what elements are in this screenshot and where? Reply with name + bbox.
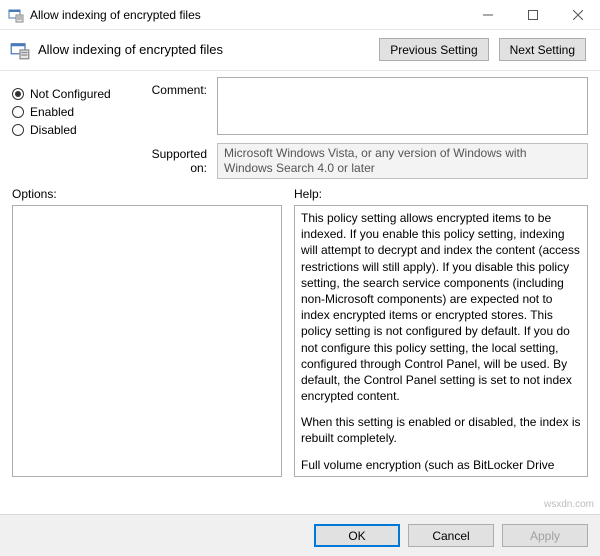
- state-column: Not Configured Enabled Disabled: [12, 77, 122, 179]
- radio-disabled[interactable]: Disabled: [12, 123, 122, 137]
- supported-on-box: Microsoft Windows Vista, or any version …: [217, 143, 588, 179]
- comment-textarea[interactable]: [217, 77, 588, 135]
- maximize-button[interactable]: [510, 0, 555, 29]
- panels: This policy setting allows encrypted ite…: [0, 203, 600, 477]
- apply-button[interactable]: Apply: [502, 524, 588, 547]
- help-panel: This policy setting allows encrypted ite…: [294, 205, 588, 477]
- radio-label: Disabled: [30, 123, 77, 137]
- options-panel: [12, 205, 282, 477]
- options-label: Options:: [12, 187, 282, 201]
- cancel-button[interactable]: Cancel: [408, 524, 494, 547]
- separator: [0, 70, 600, 71]
- help-paragraph: This policy setting allows encrypted ite…: [301, 210, 581, 404]
- radio-label: Enabled: [30, 105, 74, 119]
- config-area: Not Configured Enabled Disabled Comment:…: [0, 77, 600, 179]
- header-row: Allow indexing of encrypted files Previo…: [0, 30, 600, 67]
- policy-icon: [10, 40, 30, 60]
- radio-not-configured[interactable]: Not Configured: [12, 87, 122, 101]
- supported-on-label: Supported on:: [132, 147, 207, 175]
- radio-icon: [12, 106, 24, 118]
- titlebar-title: Allow indexing of encrypted files: [30, 8, 465, 22]
- panels-header: Options: Help:: [0, 179, 600, 203]
- radio-enabled[interactable]: Enabled: [12, 105, 122, 119]
- radio-icon: [12, 88, 24, 100]
- policy-title: Allow indexing of encrypted files: [38, 42, 371, 57]
- help-paragraph: When this setting is enabled or disabled…: [301, 414, 581, 446]
- policy-icon: [8, 7, 24, 23]
- minimize-button[interactable]: [465, 0, 510, 29]
- previous-setting-button[interactable]: Previous Setting: [379, 38, 488, 61]
- help-label: Help:: [294, 187, 322, 201]
- radio-icon: [12, 124, 24, 136]
- radio-label: Not Configured: [30, 87, 111, 101]
- help-paragraph: Full volume encryption (such as BitLocke…: [301, 457, 581, 477]
- next-setting-button[interactable]: Next Setting: [499, 38, 586, 61]
- labels-column: Comment: Supported on:: [132, 77, 207, 179]
- close-button[interactable]: [555, 0, 600, 29]
- ok-button[interactable]: OK: [314, 524, 400, 547]
- titlebar: Allow indexing of encrypted files: [0, 0, 600, 30]
- comment-label: Comment:: [132, 83, 207, 147]
- footer: OK Cancel Apply: [0, 514, 600, 556]
- fields-column: Microsoft Windows Vista, or any version …: [217, 77, 588, 179]
- window-buttons: [465, 0, 600, 29]
- watermark: wsxdn.com: [544, 499, 594, 510]
